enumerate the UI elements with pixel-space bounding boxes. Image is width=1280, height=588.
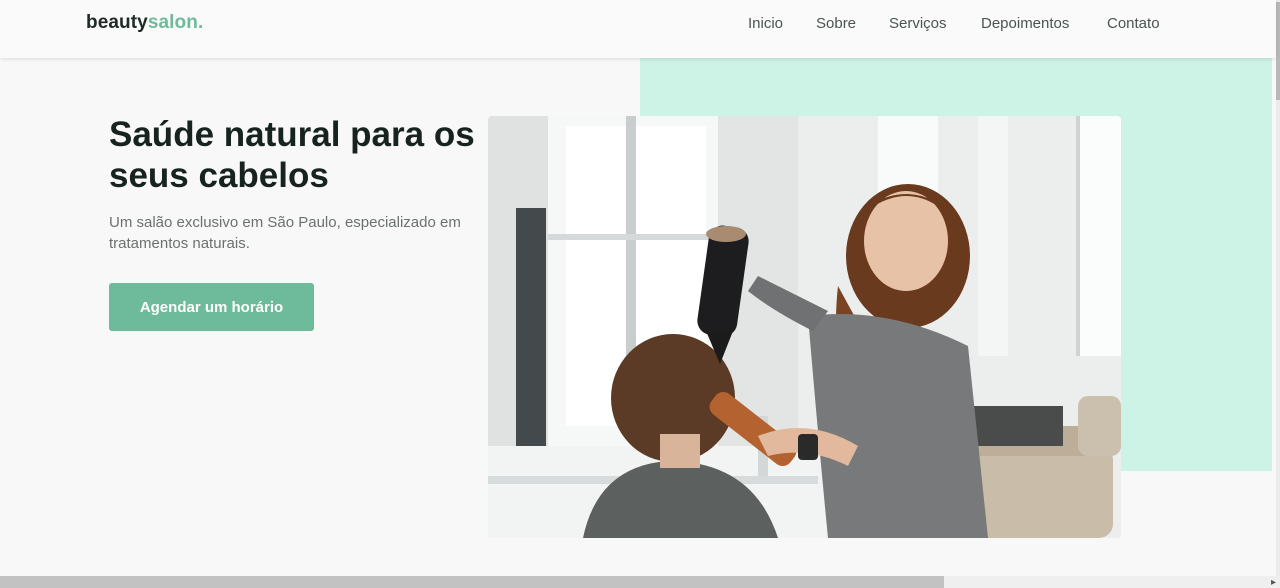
schedule-appointment-button[interactable]: Agendar um horário — [109, 283, 314, 331]
horizontal-scrollbar[interactable]: ▸ — [0, 576, 1280, 588]
nav-link-sobre[interactable]: Sobre — [816, 15, 856, 32]
hero-photo-salon — [488, 116, 1121, 538]
chevron-right-icon[interactable]: ▸ — [1271, 577, 1276, 588]
hero-title: Saúde natural para os seus cabelos — [109, 115, 475, 195]
site-header: beautysalon. Inicio Sobre Serviços Depoi… — [0, 0, 1276, 58]
nav-link-depoimentos[interactable]: Depoimentos — [981, 15, 1069, 32]
horizontal-scroll-thumb[interactable] — [0, 576, 944, 588]
main-nav: Inicio Sobre Serviços Depoimentos Contat… — [0, 15, 1276, 35]
nav-link-inicio[interactable]: Inicio — [748, 15, 783, 32]
vertical-scrollbar[interactable] — [1276, 0, 1280, 576]
nav-link-servicos[interactable]: Serviços — [889, 15, 947, 32]
hero-subtitle: Um salão exclusivo em São Paulo, especia… — [109, 214, 461, 252]
hero-photo-illustration — [488, 116, 1121, 538]
nav-link-contato[interactable]: Contato — [1107, 15, 1160, 32]
vertical-scroll-thumb[interactable] — [1276, 2, 1280, 100]
